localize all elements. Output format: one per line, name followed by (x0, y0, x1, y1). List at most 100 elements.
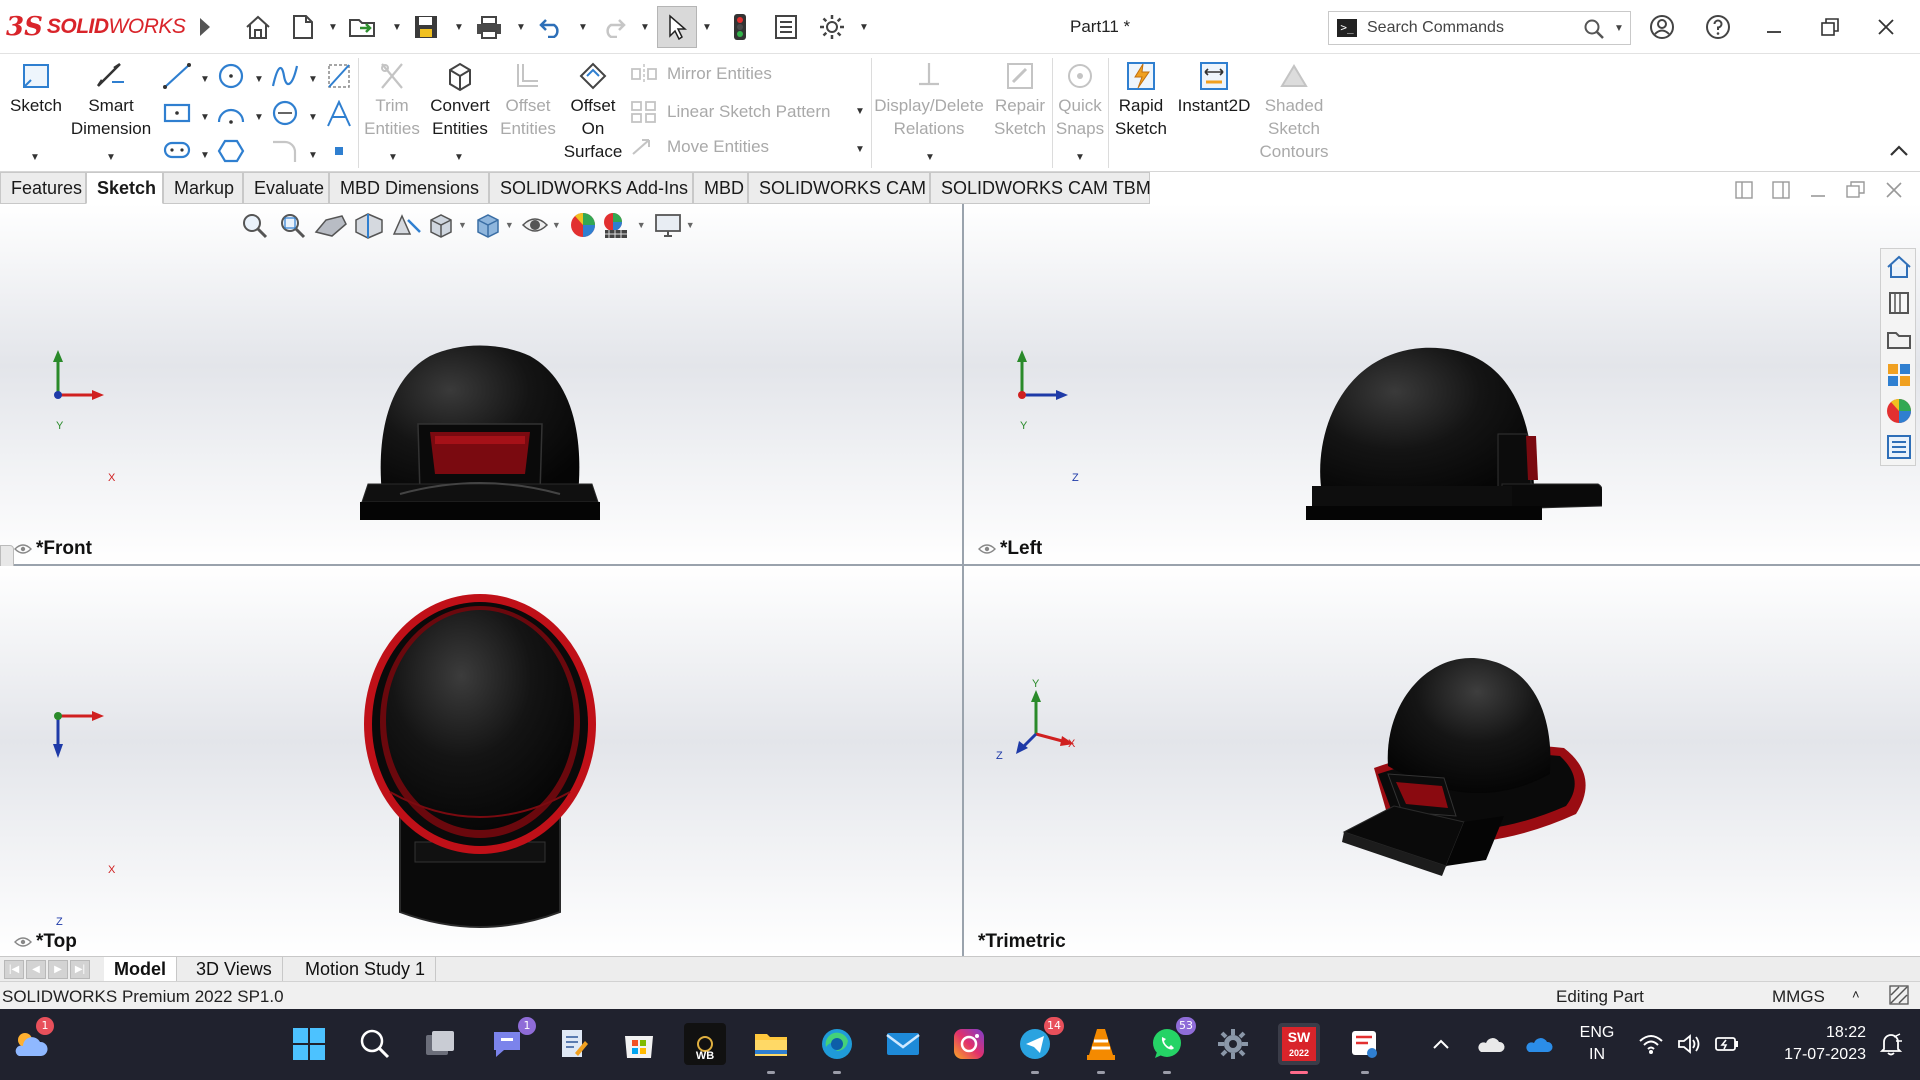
collapse-ribbon-icon[interactable] (1888, 142, 1910, 163)
weather-widget-icon[interactable]: 1 (10, 1017, 54, 1065)
design-library-icon[interactable] (1885, 289, 1913, 322)
section-view-icon[interactable] (350, 210, 388, 240)
circle-icon[interactable] (216, 62, 246, 95)
notification-center-icon[interactable] (1870, 1023, 1912, 1065)
arc-icon[interactable] (216, 100, 246, 131)
tile-left-icon[interactable] (1734, 180, 1754, 205)
eye-icon[interactable] (14, 936, 32, 948)
tab-motion-study-1[interactable]: Motion Study 1 (295, 957, 437, 982)
instant2d-button[interactable]: Instant2D (1174, 60, 1254, 117)
view-setting-dropdown-icon[interactable]: ▼ (686, 220, 695, 230)
slot-dropdown-icon[interactable]: ▼ (200, 150, 210, 161)
print-icon[interactable] (474, 12, 504, 42)
solidworks-2022-taskbar-icon[interactable]: SW 2022 (1278, 1023, 1320, 1074)
restore-icon[interactable] (1812, 12, 1848, 42)
zoom-to-fit-icon[interactable] (238, 210, 274, 240)
quick-snaps-dropdown-icon[interactable]: ▼ (1075, 152, 1085, 163)
appearances-scenes-icon[interactable] (1885, 397, 1913, 430)
task-view-icon[interactable] (420, 1023, 462, 1065)
battery-icon[interactable] (1706, 1023, 1748, 1065)
zoom-to-area-icon[interactable] (274, 210, 312, 240)
volume-icon[interactable] (1668, 1023, 1710, 1065)
display-style-icon[interactable] (473, 210, 503, 240)
shaded-sketch-contours-button[interactable]: Shaded Sketch Contours (1256, 60, 1332, 163)
repair-sketch-button[interactable]: Repair Sketch (988, 60, 1052, 140)
user-account-icon[interactable] (1644, 12, 1680, 42)
start-windows-icon[interactable] (288, 1023, 330, 1065)
tab-mbd-dimensions[interactable]: MBD Dimensions (329, 172, 489, 204)
undo-icon[interactable] (536, 12, 566, 42)
search-commands-box[interactable]: >_ ▼ (1328, 11, 1631, 45)
pattern-dropdown-icon[interactable]: ▼ (855, 106, 865, 117)
tab-next-icon[interactable]: ▶ (48, 960, 68, 979)
tab-evaluate[interactable]: Evaluate (243, 172, 329, 204)
tab-solidworks-cam-tbm[interactable]: SOLIDWORKS CAM TBM (930, 172, 1151, 204)
redo-icon[interactable] (599, 12, 629, 42)
trim-dropdown-icon[interactable]: ▼ (388, 152, 398, 163)
select-dropdown-icon[interactable]: ▼ (702, 22, 712, 33)
tile-right-icon[interactable] (1771, 180, 1791, 205)
point-icon[interactable] (332, 144, 346, 163)
move-dropdown-icon[interactable]: ▼ (855, 144, 865, 155)
display-style-dropdown-icon[interactable]: ▼ (505, 220, 514, 230)
rectangle-dropdown-icon[interactable]: ▼ (200, 112, 210, 123)
spline-dropdown-icon[interactable]: ▼ (308, 74, 318, 85)
options-gear-icon[interactable] (817, 12, 847, 42)
helmet-top-view[interactable] (360, 592, 600, 938)
view-orientation-icon[interactable] (426, 210, 456, 240)
open-folder-icon[interactable] (348, 12, 378, 42)
open-dropdown-icon[interactable]: ▼ (392, 22, 402, 33)
microsoft-store-icon[interactable] (618, 1023, 660, 1065)
quick-snaps-button[interactable]: Quick Snaps (1054, 60, 1106, 140)
unit-system[interactable]: MMGS (1772, 987, 1825, 1007)
offset-on-surface-button[interactable]: Offset On Surface (559, 60, 627, 163)
convert-entities-button[interactable]: Convert Entities (424, 60, 496, 140)
doc-minimize-icon[interactable] (1808, 180, 1828, 205)
save-icon[interactable] (411, 12, 441, 42)
sketch-text-icon[interactable] (324, 99, 354, 133)
clock[interactable]: 18:22 17-07-2023 (1756, 1022, 1866, 1066)
solidworks-logo[interactable]: 3S SOLID WORKS (6, 10, 186, 44)
apply-scene-dropdown-icon[interactable]: ▼ (637, 220, 646, 230)
helmet-left-view[interactable] (1302, 344, 1602, 524)
eye-icon[interactable] (14, 543, 32, 555)
tab-prev-icon[interactable]: ◀ (26, 960, 46, 979)
sketch-button[interactable]: Sketch (6, 60, 66, 117)
fillet-icon[interactable] (270, 138, 300, 169)
slot-icon[interactable] (162, 138, 192, 167)
relations-dropdown-icon[interactable]: ▼ (925, 152, 935, 163)
smart-dimension-dropdown-icon[interactable]: ▼ (106, 152, 116, 163)
telegram-icon[interactable]: 14 (1014, 1017, 1064, 1074)
tab-solidworks-cam[interactable]: SOLIDWORKS CAM (748, 172, 930, 204)
helmet-front-view[interactable] (360, 344, 600, 524)
tab-markup[interactable]: Markup (163, 172, 243, 204)
language-indicator[interactable]: ENG IN (1572, 1022, 1622, 1066)
help-icon[interactable] (1700, 12, 1736, 42)
search-icon[interactable] (1583, 18, 1605, 45)
view-palette-icon[interactable] (1885, 361, 1913, 394)
sketch-grid-icon[interactable] (326, 62, 352, 95)
sketch-dropdown-icon[interactable]: ▼ (30, 152, 40, 163)
minimize-icon[interactable] (1756, 12, 1792, 42)
fillet-dropdown-icon[interactable]: ▼ (308, 150, 318, 161)
tab-last-icon[interactable]: ▶| (70, 960, 90, 979)
save-dropdown-icon[interactable]: ▼ (454, 22, 464, 33)
show-hidden-icons-chevron-icon[interactable] (1420, 1023, 1462, 1065)
mail-icon[interactable] (882, 1023, 924, 1065)
vlc-player-icon[interactable] (1080, 1023, 1122, 1074)
view-setting-icon[interactable] (652, 210, 684, 240)
doc-restore-icon[interactable] (1845, 180, 1867, 205)
viewport-top[interactable]: X Z *Top (0, 566, 962, 956)
tab-mbd[interactable]: MBD (693, 172, 748, 204)
wifi-icon[interactable] (1630, 1023, 1672, 1065)
dynamic-annotation-icon[interactable] (388, 210, 426, 240)
tab-features[interactable]: Features (0, 172, 86, 204)
rebuild-status-icon[interactable] (1888, 984, 1910, 1011)
snipping-tool-icon[interactable] (1344, 1023, 1386, 1074)
edit-appearance-icon[interactable] (567, 210, 599, 240)
previous-view-icon[interactable] (312, 210, 350, 240)
rebuild-traffic-light-icon[interactable] (725, 12, 755, 42)
notepad-icon[interactable] (552, 1023, 594, 1065)
home-icon[interactable] (243, 12, 273, 42)
search-commands-input[interactable] (1367, 16, 1567, 40)
